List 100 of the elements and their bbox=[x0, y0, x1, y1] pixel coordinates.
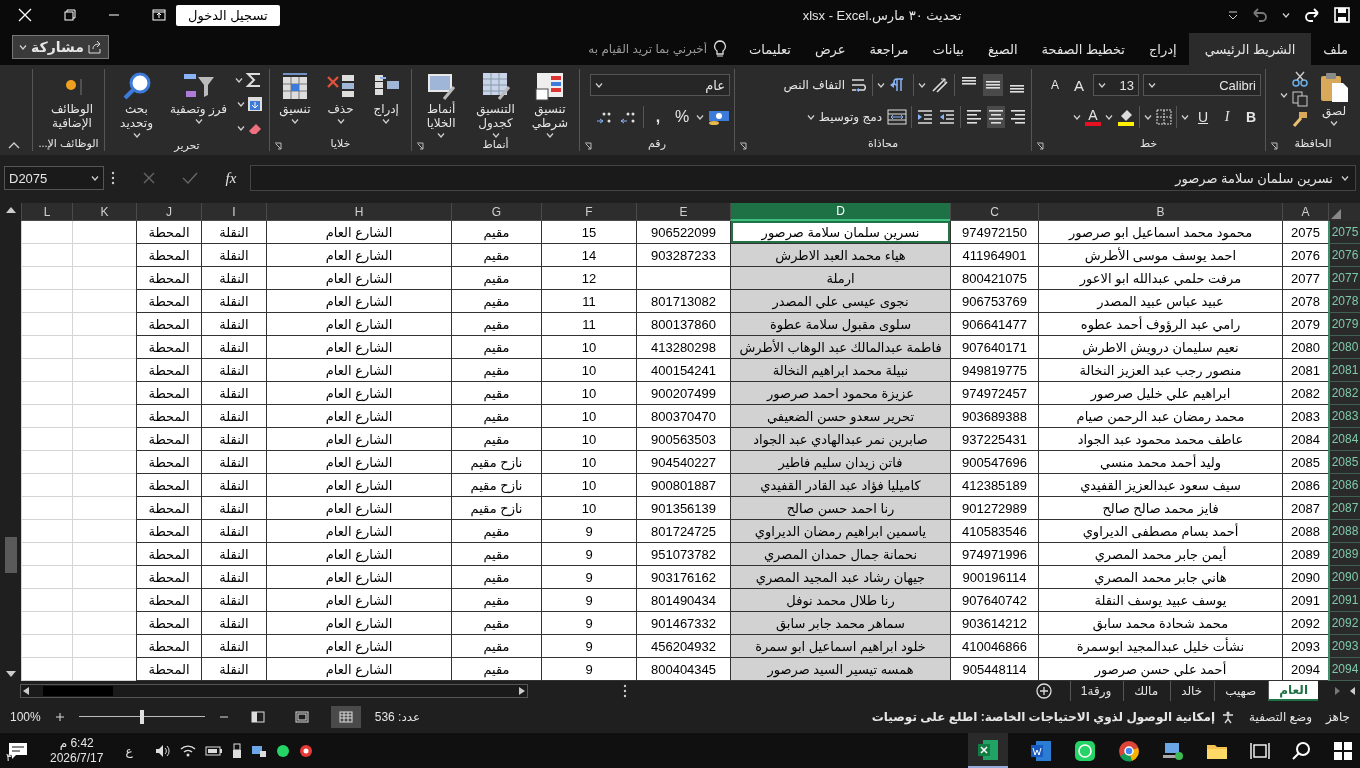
row-header[interactable]: 2076 bbox=[1328, 244, 1360, 267]
enter-icon[interactable] bbox=[182, 171, 198, 185]
accessibility-status[interactable]: إمكانية الوصول لذوي الاحتياجات الخاصة: اطلع على توصيات bbox=[871, 710, 1216, 724]
caret-icon[interactable] bbox=[1073, 114, 1081, 120]
dialog-launcher-icon[interactable] bbox=[1270, 142, 1278, 150]
row-header[interactable]: 2090 bbox=[1328, 566, 1360, 589]
caret-icon[interactable] bbox=[1181, 114, 1189, 120]
column-header[interactable]: H bbox=[266, 203, 451, 221]
sheet-tab[interactable]: العام bbox=[1268, 681, 1318, 701]
row-header[interactable]: 2079 bbox=[1328, 313, 1360, 336]
column-header[interactable]: K bbox=[72, 203, 136, 221]
font-size-dropdown[interactable]: 13 bbox=[1093, 74, 1139, 96]
caret-icon[interactable] bbox=[1341, 175, 1349, 181]
ribbon-tab[interactable]: ملف bbox=[1311, 33, 1360, 65]
row-header[interactable]: 2083 bbox=[1328, 405, 1360, 428]
app-tray-icon[interactable] bbox=[298, 742, 313, 759]
wifi-icon[interactable] bbox=[179, 743, 196, 758]
clock-time[interactable]: 6:42 م bbox=[59, 735, 94, 751]
column-header[interactable]: A bbox=[1282, 203, 1328, 221]
italic-button[interactable]: I bbox=[1217, 105, 1237, 129]
caret-icon[interactable] bbox=[491, 132, 500, 138]
cancel-icon[interactable] bbox=[142, 171, 156, 185]
row-header[interactable]: 2078 bbox=[1328, 290, 1360, 313]
copy-icon[interactable] bbox=[1292, 91, 1308, 107]
monitor-tray-icon[interactable] bbox=[250, 743, 267, 758]
ribbon-tab[interactable]: الصيغ bbox=[975, 33, 1030, 65]
scroll-right-icon[interactable] bbox=[517, 686, 527, 696]
paste-button[interactable]: لصق bbox=[1312, 69, 1356, 126]
browser-icon[interactable] bbox=[1118, 739, 1140, 762]
ribbon-tab[interactable]: عرض bbox=[802, 33, 858, 65]
ribbon-tab[interactable]: تعليمات bbox=[737, 33, 803, 65]
sheet-tab[interactable]: صهيب bbox=[1214, 681, 1267, 701]
redo-icon[interactable] bbox=[1304, 8, 1320, 22]
scroll-thumb[interactable] bbox=[43, 686, 113, 696]
collapse-ribbon-icon[interactable] bbox=[8, 141, 20, 149]
horizontal-scrollbar[interactable] bbox=[20, 684, 528, 698]
currency-icon[interactable] bbox=[708, 108, 730, 126]
caret-icon[interactable] bbox=[336, 118, 345, 124]
indent-decrease-icon[interactable] bbox=[938, 109, 956, 125]
zoom-in-icon[interactable] bbox=[54, 712, 65, 722]
ribbon-tab[interactable]: تخطيط الصفحة bbox=[1029, 33, 1137, 65]
format-cells-button[interactable]: تنسيق bbox=[274, 69, 316, 124]
battery-icon[interactable] bbox=[204, 744, 223, 757]
select-all-icon[interactable] bbox=[1331, 209, 1341, 219]
windows-icon[interactable] bbox=[1334, 741, 1352, 760]
caret-icon[interactable] bbox=[91, 175, 99, 181]
sort-filter-button[interactable]: فرز وتصفية bbox=[168, 69, 229, 124]
underline-button[interactable]: U bbox=[1193, 105, 1213, 129]
add-sheet-icon[interactable] bbox=[1035, 683, 1052, 699]
dialog-launcher-icon[interactable] bbox=[416, 142, 424, 150]
wrap-text-button[interactable]: التفاف النص bbox=[783, 73, 868, 97]
row-header[interactable]: 2080 bbox=[1328, 336, 1360, 359]
caret-icon[interactable] bbox=[1098, 82, 1106, 88]
task-view-icon[interactable] bbox=[1250, 741, 1270, 760]
caret-icon[interactable] bbox=[806, 114, 815, 120]
scroll-left-icon[interactable] bbox=[21, 686, 31, 696]
caret-icon[interactable] bbox=[437, 132, 446, 138]
chat-tray-icon[interactable] bbox=[275, 743, 290, 758]
accessibility-icon[interactable] bbox=[1221, 710, 1236, 724]
share-button[interactable]: مشاركة bbox=[12, 35, 109, 59]
caret-icon[interactable] bbox=[382, 118, 391, 124]
caret-icon[interactable] bbox=[1280, 93, 1288, 98]
name-box[interactable]: D2075 bbox=[4, 166, 104, 190]
caret-icon[interactable] bbox=[132, 132, 141, 138]
text-angle-icon[interactable] bbox=[930, 76, 950, 94]
ribbon-display-icon[interactable] bbox=[152, 9, 166, 21]
scroll-down-icon[interactable] bbox=[4, 669, 17, 679]
row-header[interactable]: 2075 bbox=[1328, 221, 1360, 244]
clock-date[interactable]: 2026/7/17 bbox=[50, 750, 104, 766]
zoom-slider[interactable] bbox=[78, 710, 205, 724]
caret-icon[interactable] bbox=[1144, 114, 1152, 120]
add-ins-button[interactable]: الوظائف الإضافية bbox=[44, 69, 100, 131]
scissors-icon[interactable] bbox=[1292, 71, 1308, 87]
sheet-tab[interactable]: مالك bbox=[1123, 681, 1169, 701]
more-icon[interactable] bbox=[622, 684, 628, 698]
ribbon-tab[interactable]: الشريط الرئيسي bbox=[1188, 33, 1312, 65]
shrink-font-button[interactable]: A bbox=[1045, 73, 1065, 97]
row-header[interactable]: 2085 bbox=[1328, 451, 1360, 474]
ribbon-tab[interactable]: مراجعة bbox=[857, 33, 921, 65]
sum-icon[interactable] bbox=[245, 72, 263, 88]
caret-icon[interactable] bbox=[237, 125, 245, 131]
grow-font-button[interactable]: A bbox=[1069, 73, 1089, 97]
sign-in-button[interactable]: تسجيل الدخول bbox=[176, 4, 280, 26]
row-header[interactable]: 2084 bbox=[1328, 428, 1360, 451]
brush-icon[interactable] bbox=[1292, 111, 1308, 127]
undo-icon[interactable] bbox=[1252, 8, 1268, 22]
column-header[interactable]: D bbox=[730, 203, 950, 221]
number-format-dropdown[interactable]: عام bbox=[590, 74, 730, 96]
merge-center-button[interactable]: دمج وتوسيط bbox=[818, 105, 907, 129]
row-header[interactable]: 2089 bbox=[1328, 543, 1360, 566]
caret-icon[interactable] bbox=[290, 118, 299, 124]
insert-function-button[interactable]: fx bbox=[218, 169, 244, 187]
fill-color-icon[interactable] bbox=[1117, 108, 1135, 126]
formula-field[interactable]: نسرين سلمان سلامة صرصور bbox=[250, 165, 1356, 191]
row-header[interactable]: 2088 bbox=[1328, 520, 1360, 543]
caret-icon[interactable] bbox=[696, 114, 704, 120]
chat-icon[interactable] bbox=[1074, 739, 1096, 762]
row-header[interactable]: 2092 bbox=[1328, 612, 1360, 635]
borders-icon[interactable] bbox=[1156, 109, 1172, 125]
column-header[interactable]: E bbox=[636, 203, 730, 221]
